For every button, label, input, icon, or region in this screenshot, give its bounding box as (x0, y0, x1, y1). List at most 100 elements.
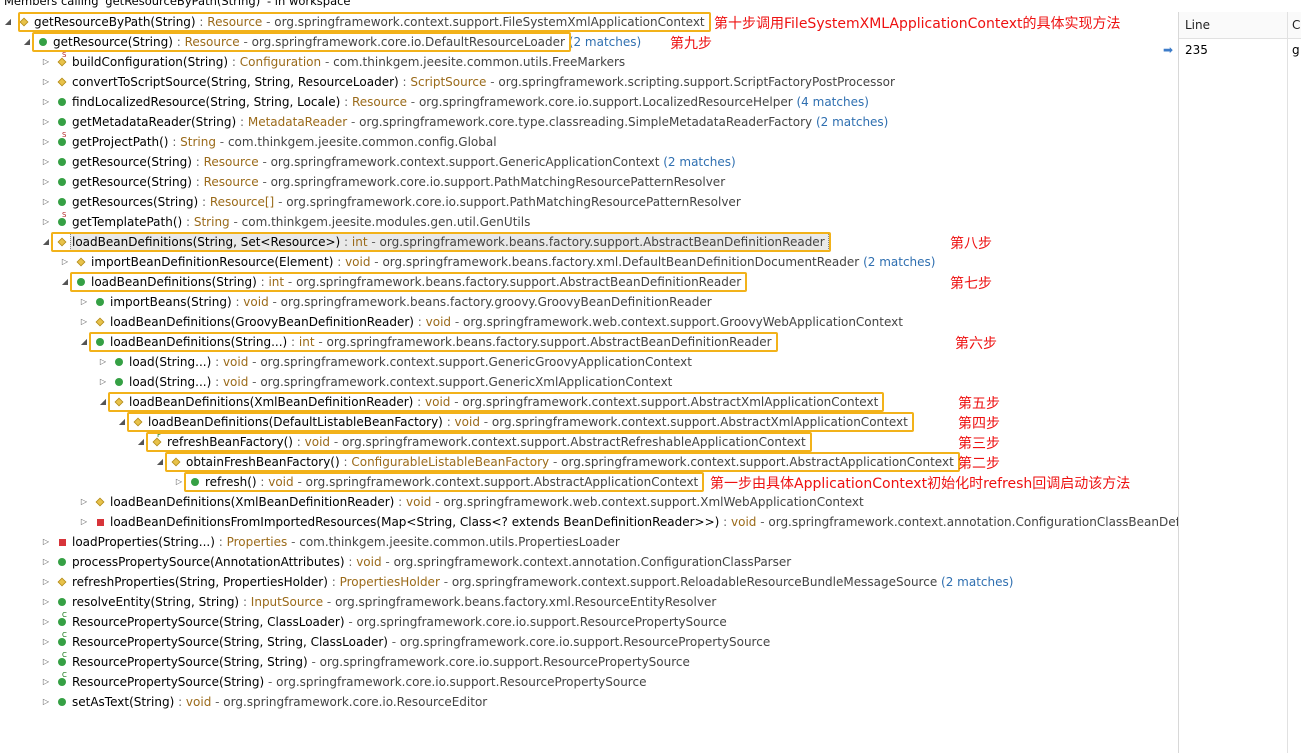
method-signature: obtainFreshBeanFactory() (186, 455, 340, 469)
call-location-line: 235 (1185, 43, 1208, 57)
return-type: void (731, 515, 757, 529)
tree-row[interactable]: ▷ SgetProjectPath() : String - com.thinkg… (0, 132, 1178, 152)
collapsed-twisty-icon[interactable]: ▷ (78, 292, 90, 312)
step-annotation: 第十步调用FileSystemXMLApplicationContext的具体实… (714, 16, 1121, 32)
collapsed-twisty-icon[interactable]: ▷ (40, 72, 52, 92)
collapsed-twisty-icon[interactable]: ▷ (40, 92, 52, 112)
collapsed-twisty-icon[interactable]: ▷ (40, 532, 52, 552)
tree-row[interactable]: ▷ importBeans(String) : void - org.spring… (0, 292, 1178, 312)
declaring-type: org.springframework.context.support.Relo… (451, 575, 938, 589)
tree-row-label: buildConfiguration(String) : Configurati… (72, 55, 626, 69)
declaring-type: com.thinkgem.jeesite.common.utils.Proper… (299, 535, 620, 549)
tree-row[interactable]: ▷ resolveEntity(String, String) : InputSo… (0, 592, 1178, 612)
tree-row[interactable]: ▷ loadBeanDefinitionsFromImportedResource… (0, 512, 1178, 532)
tree-row[interactable]: ▷ C ResourcePropertySource(String, ClassLo… (0, 612, 1178, 632)
expanded-twisty-icon[interactable]: ◢ (21, 32, 33, 52)
collapsed-twisty-icon[interactable]: ▷ (40, 592, 52, 612)
column-header-line[interactable]: Line (1185, 12, 1210, 38)
collapsed-twisty-icon[interactable]: ▷ (97, 352, 109, 372)
call-location-row[interactable]: ➡ 235 g (1163, 40, 1301, 60)
collapsed-twisty-icon[interactable]: ▷ (40, 132, 52, 152)
tree-row[interactable]: ◢ getResource(String) : Resource - org.sp… (0, 32, 1178, 52)
declaring-type: org.springframework.context.annotation.C… (393, 555, 792, 569)
tree-row[interactable]: ▷ loadProperties(String...) : Properties … (0, 532, 1178, 552)
collapsed-twisty-icon[interactable]: ▷ (40, 672, 52, 692)
collapsed-twisty-icon[interactable]: ▷ (40, 572, 52, 592)
method-signature: importBeanDefinitionResource(Element) (91, 255, 334, 269)
return-type: Resource (203, 155, 259, 169)
collapsed-twisty-icon[interactable]: ▷ (40, 172, 52, 192)
step-annotation: 第六步 (955, 336, 997, 352)
tree-row[interactable]: ▷ findLocalizedResource(String, String, L… (0, 92, 1178, 112)
tree-row[interactable]: ◢ loadBeanDefinitions(String, Set<Resourc… (0, 232, 1178, 252)
tree-row[interactable]: ▷ SbuildConfiguration(String) : Configura… (0, 52, 1178, 72)
detail-panel-header: Line C (1179, 12, 1301, 39)
tree-row-label: getTemplatePath() : String - com.thinkge… (72, 215, 531, 229)
call-hierarchy-tree[interactable]: ◢ getResourceByPath(String) : Resource - … (0, 12, 1178, 753)
tree-row[interactable]: ▷ convertToScriptSource(String, String, R… (0, 72, 1178, 92)
declaring-type: org.springframework.context.support.Abst… (342, 435, 806, 449)
tree-row[interactable]: ▷ getResource(String) : Resource - org.sp… (0, 172, 1178, 192)
collapsed-twisty-icon[interactable]: ▷ (40, 552, 52, 572)
declaring-type: org.springframework.core.type.classreadi… (359, 115, 813, 129)
expanded-twisty-icon[interactable]: ◢ (2, 12, 14, 32)
tree-row[interactable]: ▷ getResource(String) : Resource - org.sp… (0, 152, 1178, 172)
tree-row[interactable]: ▷ loadBeanDefinitions(GroovyBeanDefinitio… (0, 312, 1178, 332)
tree-row-label: loadBeanDefinitions(String, Set<Resource… (72, 235, 825, 249)
tree-row[interactable]: ▷ C ResourcePropertySource(String, String)… (0, 652, 1178, 672)
collapsed-twisty-icon[interactable]: ▷ (40, 152, 52, 172)
collapsed-twisty-icon[interactable]: ▷ (40, 612, 52, 632)
collapsed-twisty-icon[interactable]: ▷ (78, 512, 90, 532)
tree-row[interactable]: ▷ importBeanDefinitionResource(Element) :… (0, 252, 1178, 272)
return-type: Resource (203, 175, 259, 189)
expanded-twisty-icon[interactable]: ◢ (116, 412, 128, 432)
tree-row[interactable]: ▷ getResources(String) : Resource[] - org… (0, 192, 1178, 212)
method-signature: findLocalizedResource(String, String, Lo… (72, 95, 341, 109)
collapsed-twisty-icon[interactable]: ▷ (40, 652, 52, 672)
collapsed-twisty-icon[interactable]: ▷ (40, 192, 52, 212)
method-signature: ResourcePropertySource(String, String, C… (72, 635, 388, 649)
method-signature: loadBeanDefinitions(String...) (110, 335, 288, 349)
tree-row[interactable]: ◢ FrefreshBeanFactory() : void - org.spri… (0, 432, 1178, 452)
expanded-twisty-icon[interactable]: ◢ (78, 332, 90, 352)
tree-row[interactable]: ◢ loadBeanDefinitions(XmlBeanDefinitionRe… (0, 392, 1178, 412)
collapsed-twisty-icon[interactable]: ▷ (59, 252, 71, 272)
tree-row[interactable]: ◢ loadBeanDefinitions(DefaultListableBean… (0, 412, 1178, 432)
tree-row[interactable]: ▷ getMetadataReader(String) : MetadataRea… (0, 112, 1178, 132)
expanded-twisty-icon[interactable]: ◢ (97, 392, 109, 412)
collapsed-twisty-icon[interactable]: ▷ (78, 312, 90, 332)
tree-row[interactable]: ◢ loadBeanDefinitions(String...) : int - … (0, 332, 1178, 352)
expanded-twisty-icon[interactable]: ◢ (154, 452, 166, 472)
collapsed-twisty-icon[interactable]: ▷ (173, 472, 185, 492)
tree-row[interactable]: ▷ C ResourcePropertySource(String) - org.s… (0, 672, 1178, 692)
collapsed-twisty-icon[interactable]: ▷ (40, 112, 52, 132)
column-header-call[interactable]: C (1292, 12, 1300, 38)
tree-row[interactable]: ▷ load(String...) : void - org.springfram… (0, 372, 1178, 392)
tree-row[interactable]: ▷ setAsText(String) : void - org.springfr… (0, 692, 1178, 712)
column-divider[interactable] (1287, 12, 1288, 753)
tree-row[interactable]: ▷ refreshProperties(String, PropertiesHol… (0, 572, 1178, 592)
expanded-twisty-icon[interactable]: ◢ (135, 432, 147, 452)
collapsed-twisty-icon[interactable]: ▷ (40, 692, 52, 712)
tree-row[interactable]: ▷ SgetTemplatePath() : String - com.think… (0, 212, 1178, 232)
tree-row[interactable]: ▷ C ResourcePropertySource(String, String,… (0, 632, 1178, 652)
tree-row[interactable]: ▷ loadBeanDefinitions(XmlBeanDefinitionRe… (0, 492, 1178, 512)
tree-row[interactable]: ◢ loadBeanDefinitions(String) : int - org… (0, 272, 1178, 292)
tree-row[interactable]: ▷ load(String...) : void - org.springfram… (0, 352, 1178, 372)
declaring-type: org.springframework.beans.factory.groovy… (280, 295, 712, 309)
tree-row[interactable]: ◢ obtainFreshBeanFactory() : Configurable… (0, 452, 1178, 472)
method-signature: getResources(String) (72, 195, 199, 209)
collapsed-twisty-icon[interactable]: ▷ (40, 632, 52, 652)
collapsed-twisty-icon[interactable]: ▷ (40, 52, 52, 72)
collapsed-twisty-icon[interactable]: ▷ (78, 492, 90, 512)
collapsed-twisty-icon[interactable]: ▷ (40, 212, 52, 232)
return-type: Resource (351, 95, 407, 109)
expanded-twisty-icon[interactable]: ◢ (40, 232, 52, 252)
match-count: (2 matches) (568, 35, 642, 49)
return-type: Resource (184, 35, 240, 49)
public-method-icon (76, 277, 86, 287)
expanded-twisty-icon[interactable]: ◢ (59, 272, 71, 292)
tree-row[interactable]: ▷ processPropertySource(AnnotationAttribu… (0, 552, 1178, 572)
private-method-icon (95, 517, 105, 527)
collapsed-twisty-icon[interactable]: ▷ (97, 372, 109, 392)
